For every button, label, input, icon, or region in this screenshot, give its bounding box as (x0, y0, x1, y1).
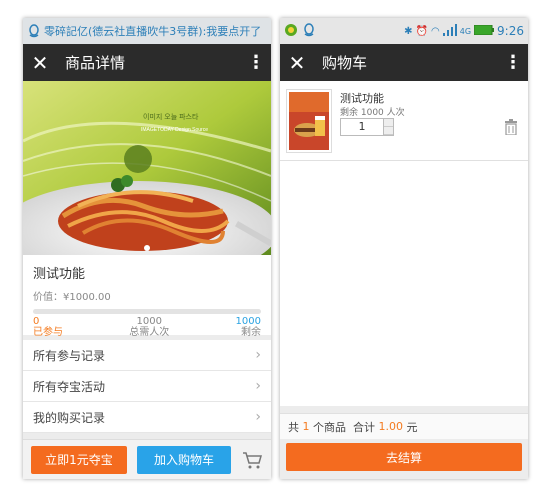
menu-item-label: 所有参与记录 (33, 348, 106, 363)
cart-item: 测试功能 剩余 1000 人次 1 (280, 81, 528, 161)
hero-korean-text: 이미지 오늘 파스타 (143, 112, 199, 121)
qq-icon (26, 23, 42, 39)
page-title: 购物车 (322, 54, 368, 72)
product-name: 测试功能 (33, 267, 86, 282)
cart-item-remaining: 剩余 1000 人次 (340, 108, 405, 118)
participation-progress-bar (33, 309, 261, 314)
chevron-right-icon: › (255, 347, 261, 363)
quantity-stepper[interactable]: 1 (340, 118, 394, 136)
menu-item-all-participation[interactable]: 所有参与记录 › (23, 340, 271, 371)
bluetooth-icon: ✱ (404, 25, 413, 37)
product-thumbnail[interactable] (286, 89, 332, 153)
participation-counts: 0 已参与 1000 总需人次 1000 剩余 (33, 316, 261, 338)
count-remaining: 1000 剩余 (236, 316, 261, 338)
close-icon[interactable]: ✕ (280, 51, 314, 75)
battery-icon (473, 24, 495, 38)
count-total-label: 总需人次 (129, 327, 170, 338)
qq-icon (302, 22, 316, 40)
pasta-image: 이미지 오늘 파스타 IMAGETODAY Design Source (23, 81, 271, 255)
alarm-icon: ⏰ (415, 25, 429, 37)
notification-bar: 零碎記亿(德云社直播吹牛3号群):我要点开了 (23, 18, 271, 44)
count-total: 1000 总需人次 (129, 316, 169, 338)
title-bar: ✕ 购物车 ⋮ (280, 44, 528, 81)
count-remaining-value: 1000 (235, 316, 261, 327)
more-menu-icon[interactable]: ⋮ (241, 52, 271, 73)
clock-text: 9:26 (497, 24, 524, 38)
count-remaining-label: 剩余 (240, 327, 261, 338)
count-participated-value: 0 (33, 316, 40, 327)
menu-item-label: 我的购买记录 (33, 410, 106, 425)
count-participated: 0 已参与 (33, 316, 63, 338)
chevron-right-icon: › (255, 378, 261, 394)
cart-empty-area (280, 161, 528, 406)
summary-count: 1 (302, 420, 310, 433)
add-to-cart-button[interactable]: 加入购物车 (137, 445, 231, 474)
product-price: 价值：¥1000.00 (33, 292, 111, 303)
more-menu-icon[interactable]: ⋮ (498, 52, 528, 73)
summary-unit: 元 (406, 420, 418, 434)
spinner-down[interactable] (384, 127, 393, 135)
shopping-cart-screen: ✱ ⏰ ◠ 4G 9:26 ✕ 购物车 ⋮ 测试功能 剩余 1000 人次 1 … (280, 18, 528, 479)
count-participated-label: 已参与 (33, 327, 63, 338)
wifi-icon: ◠ (431, 25, 440, 37)
close-icon[interactable]: ✕ (23, 51, 57, 75)
cart-item-name: 测试功能 (340, 92, 384, 105)
spinner-up[interactable] (384, 119, 393, 127)
signal-icon (442, 23, 457, 39)
chevron-right-icon: › (255, 409, 261, 425)
quantity-value[interactable]: 1 (341, 119, 383, 135)
summary-total: 1.00 (378, 420, 404, 433)
page-title: 商品详情 (65, 54, 126, 72)
menu-item-label: 所有夺宝活动 (33, 379, 106, 394)
action-bar: 立即1元夺宝 加入购物车 (23, 439, 271, 479)
product-image-carousel[interactable]: 이미지 오늘 파스타 IMAGETODAY Design Source (23, 81, 271, 255)
carousel-dots (23, 245, 271, 251)
quantity-spinner[interactable] (383, 119, 393, 135)
notification-text: 零碎記亿(德云社直播吹牛3号群):我要点开了 (44, 25, 262, 38)
network-type-text: 4G (459, 26, 472, 36)
carousel-dot (144, 245, 150, 251)
title-bar: ✕ 商品详情 ⋮ (23, 44, 271, 81)
menu-item-all-activities[interactable]: 所有夺宝活动 › (23, 371, 271, 402)
summary-prefix: 共 (288, 420, 299, 434)
summary-mid: 个商品 合计 (313, 420, 375, 434)
count-total-value: 1000 (136, 316, 162, 327)
checkout-button[interactable]: 去结算 (286, 443, 522, 471)
record-menu: 所有参与记录 › 所有夺宝活动 › 我的购买记录 › (23, 340, 271, 433)
product-detail-screen: 零碎記亿(德云社直播吹牛3号群):我要点开了 ✕ 商品详情 ⋮ 이미지 오늘 파… (23, 18, 271, 479)
trash-icon[interactable] (504, 119, 518, 136)
cart-summary: 共 1 个商品 合计 1.00 元 (280, 413, 528, 439)
menu-item-my-purchases[interactable]: 我的购买记录 › (23, 402, 271, 433)
cart-icon[interactable] (241, 449, 263, 471)
status-bar: ✱ ⏰ ◠ 4G 9:26 (280, 18, 528, 44)
product-info: 测试功能 价值：¥1000.00 0 已参与 1000 总需人次 1000 剩余 (23, 255, 271, 338)
buy-now-button[interactable]: 立即1元夺宝 (31, 445, 127, 474)
hero-caption-text: IMAGETODAY Design Source (141, 127, 208, 133)
app-notification-icon (284, 23, 298, 40)
